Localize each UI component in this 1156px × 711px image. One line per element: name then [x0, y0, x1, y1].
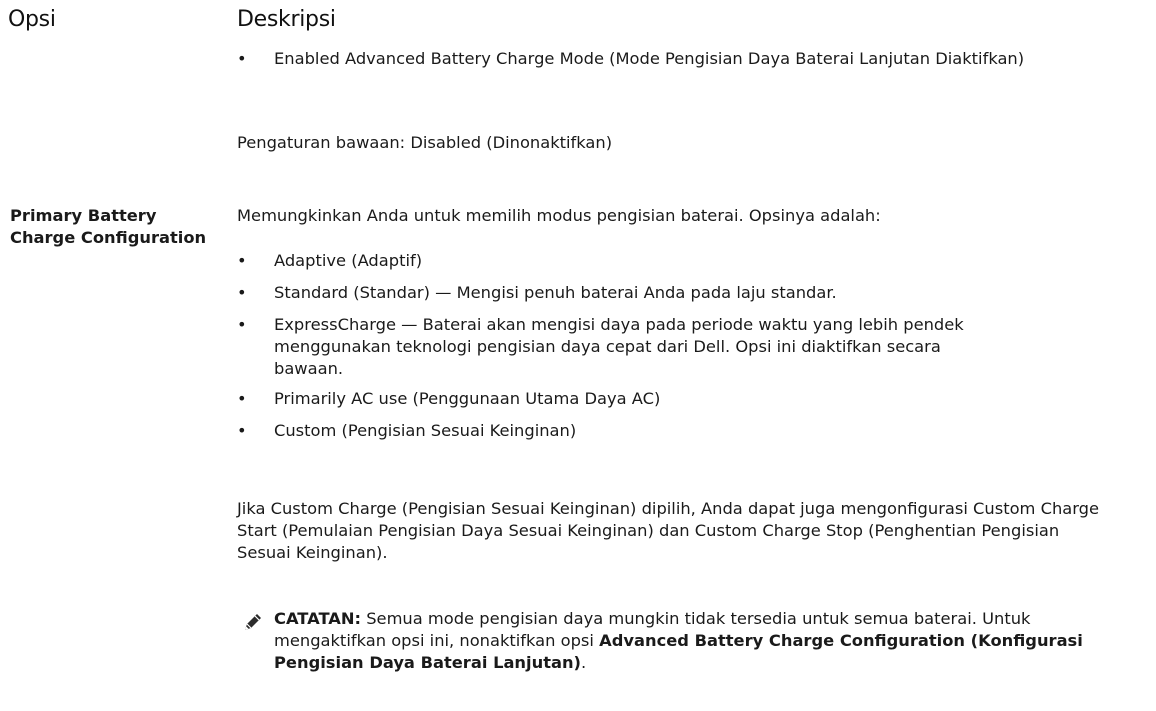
custom-charge-text: Jika Custom Charge (Pengisian Sesuai Kei… — [237, 499, 1100, 562]
bullet-icon: • — [237, 315, 247, 334]
note-end: . — [581, 653, 587, 672]
option-intro: Memungkinkan Anda untuk memilih modus pe… — [237, 206, 881, 225]
default-setting-text: Pengaturan bawaan: Disabled (Dinonaktifk… — [237, 133, 613, 152]
list-item-text: ExpressCharge — Baterai akan mengisi day… — [274, 315, 964, 378]
list-item-text: Standard (Standar) — Mengisi penuh bater… — [274, 283, 837, 302]
document-page: Opsi Deskripsi • Enabled Advanced Batter… — [0, 0, 1156, 711]
bullet-icon: • — [237, 49, 247, 68]
note: CATATAN: Semua mode pengisian daya mungk… — [274, 608, 1134, 674]
option-name: Primary Battery Charge Configuration — [10, 206, 207, 247]
bullet-icon: • — [237, 421, 247, 440]
note-label: CATATAN: — [274, 609, 362, 628]
column-header-description: Deskripsi — [237, 7, 336, 32]
list-item-text: Adaptive (Adaptif) — [274, 251, 423, 270]
pencil-note-icon — [245, 614, 261, 630]
bullet-icon: • — [237, 283, 247, 302]
column-header-option: Opsi — [8, 7, 56, 32]
list-item-text: Enabled Advanced Battery Charge Mode (Mo… — [274, 49, 1025, 68]
list-item-text: Custom (Pengisian Sesuai Keinginan) — [274, 421, 577, 440]
bullet-icon: • — [237, 389, 247, 408]
bullet-icon: • — [237, 251, 247, 270]
list-item-text: Primarily AC use (Penggunaan Utama Daya … — [274, 389, 661, 408]
